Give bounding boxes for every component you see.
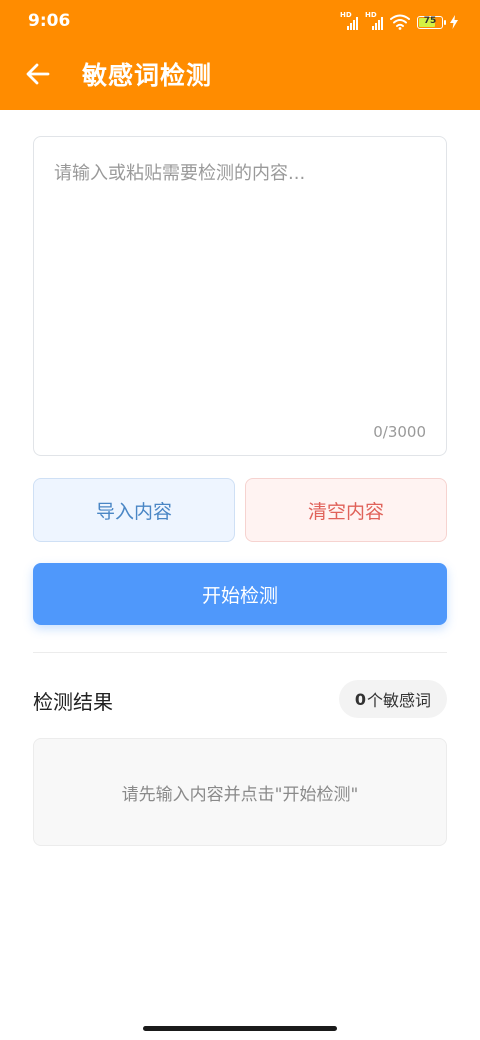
charging-icon [450,15,458,29]
back-button[interactable] [18,56,58,92]
content-input-box[interactable]: 0/3000 [33,136,447,456]
status-icons: HD HD 75 [340,11,458,32]
import-content-button[interactable]: 导入内容 [33,478,235,542]
arrow-left-icon [26,63,50,85]
divider [33,652,447,653]
battery-icon: 75 [417,15,446,29]
signal-icon: HD [340,11,358,30]
clear-content-button[interactable]: 清空内容 [245,478,447,542]
sensitive-count-suffix: 个敏感词 [366,691,431,710]
char-count: 0/3000 [373,423,426,441]
content-input[interactable] [34,137,446,455]
app-header: 9:06 HD HD 75 敏感词检测 [0,0,480,110]
sensitive-count-badge: 0 个敏感词 [338,680,447,718]
results-empty-state: 请先输入内容并点击"开始检测" [33,738,447,846]
page-title: 敏感词检测 [82,61,213,90]
signal-icon-2: HD [365,11,383,30]
wifi-icon [390,14,410,30]
results-title: 检测结果 [33,690,113,714]
status-bar: 9:06 HD HD 75 [0,0,480,44]
battery-level: 75 [423,15,437,26]
start-detection-button[interactable]: 开始检测 [33,563,447,625]
sensitive-count: 0 [354,689,366,709]
home-indicator[interactable] [143,1026,337,1031]
status-time: 9:06 [28,11,71,31]
